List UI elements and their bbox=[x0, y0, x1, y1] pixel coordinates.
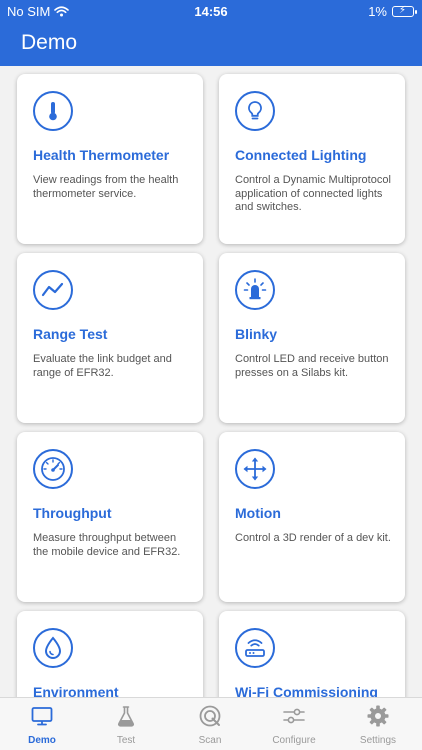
card-title: Blinky bbox=[235, 326, 278, 342]
gear-icon bbox=[367, 705, 389, 727]
card-description: Control a 3D render of a dev kit. bbox=[235, 532, 391, 544]
battery-icon: ⚡ bbox=[392, 5, 417, 17]
demo-grid[interactable]: Health Thermometer View readings from th… bbox=[0, 66, 422, 697]
tab-demo[interactable]: Demo bbox=[0, 698, 84, 750]
card-title: Motion bbox=[235, 505, 281, 521]
card-description: Evaluate the link budget and range of EF… bbox=[33, 353, 172, 379]
tab-label: Test bbox=[116, 735, 136, 746]
tab-label: Configure bbox=[272, 735, 316, 746]
thermometer-icon bbox=[33, 91, 73, 131]
card-wifi-commissioning[interactable]: Wi-Fi Commissioning bbox=[219, 611, 405, 697]
tab-label: Demo bbox=[28, 735, 56, 746]
speedometer-icon bbox=[33, 449, 73, 489]
tab-bar: Demo Test Scan Configure Settings bbox=[0, 697, 422, 750]
tab-label: Scan bbox=[198, 735, 222, 746]
status-bar: No SIM 14:56 1% ⚡ bbox=[0, 0, 422, 22]
tab-scan[interactable]: Scan bbox=[168, 698, 252, 750]
card-health-thermometer[interactable]: Health Thermometer View readings from th… bbox=[17, 74, 203, 244]
card-connected-lighting[interactable]: Connected Lighting Control a Dynamic Mul… bbox=[219, 74, 405, 244]
battery-percent: 1% bbox=[368, 4, 387, 19]
wifi-router-icon bbox=[235, 628, 275, 668]
demo-screen-icon bbox=[31, 707, 53, 726]
status-right: 1% ⚡ bbox=[368, 4, 417, 19]
water-drop-icon bbox=[33, 628, 73, 668]
card-description: Control LED and receive button presses o… bbox=[235, 353, 389, 379]
card-description: Control a Dynamic Multiprotocol applicat… bbox=[235, 174, 391, 213]
card-blinky[interactable]: Blinky Control LED and receive button pr… bbox=[219, 253, 405, 423]
card-motion[interactable]: Motion Control a 3D render of a dev kit. bbox=[219, 432, 405, 602]
card-title: Health Thermometer bbox=[33, 147, 170, 163]
lightbulb-icon bbox=[235, 91, 275, 131]
sliders-icon bbox=[283, 708, 305, 724]
move-arrows-icon bbox=[235, 449, 275, 489]
card-description: Measure throughput between the mobile de… bbox=[33, 532, 181, 558]
nav-bar: Demo bbox=[0, 22, 422, 66]
led-icon bbox=[235, 270, 275, 310]
line-chart-icon bbox=[33, 270, 73, 310]
status-time: 14:56 bbox=[194, 4, 228, 19]
tab-settings[interactable]: Settings bbox=[336, 698, 420, 750]
scan-icon bbox=[199, 705, 221, 727]
card-title: Throughput bbox=[33, 505, 112, 521]
card-range-test[interactable]: Range Test Evaluate the link budget and … bbox=[17, 253, 203, 423]
card-title: Wi-Fi Commissioning bbox=[235, 684, 378, 697]
card-throughput[interactable]: Throughput Measure throughput between th… bbox=[17, 432, 203, 602]
card-description: View readings from the health thermomete… bbox=[33, 174, 179, 200]
card-title: Connected Lighting bbox=[235, 147, 367, 163]
tab-configure[interactable]: Configure bbox=[252, 698, 336, 750]
card-environment[interactable]: Environment bbox=[17, 611, 203, 697]
page-title: Demo bbox=[21, 31, 78, 54]
flask-icon bbox=[117, 706, 135, 727]
card-title: Range Test bbox=[33, 326, 108, 342]
tab-label: Settings bbox=[359, 735, 397, 746]
tab-test[interactable]: Test bbox=[84, 698, 168, 750]
card-title: Environment bbox=[33, 684, 119, 697]
